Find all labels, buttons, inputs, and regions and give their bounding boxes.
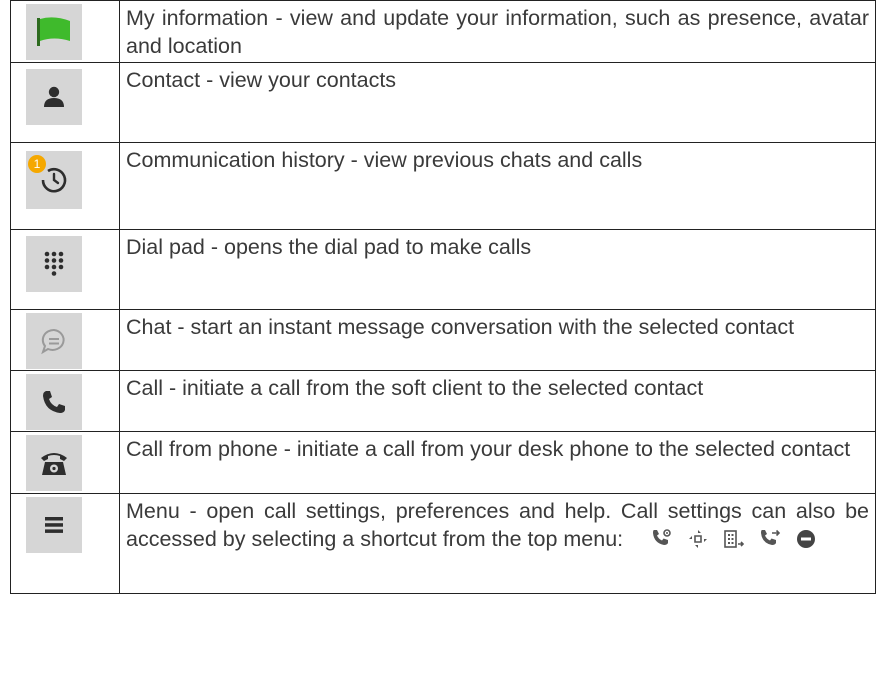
row-description: Contact - view your contacts [119,62,876,143]
building-transfer-icon [723,528,745,550]
row-description: Call from phone - initiate a call from y… [119,431,876,494]
table-row: Dial pad - opens the dial pad to make ca… [10,229,876,310]
chat-bubble-icon [26,313,82,369]
row-description: Call - initiate a call from the soft cli… [119,370,876,432]
row-description: Dial pad - opens the dial pad to make ca… [119,229,876,310]
call-forward-icon [687,528,709,550]
phone-handset-icon [26,374,82,430]
table-row: Call from phone - initiate a call from y… [10,431,876,494]
table-row: 1 Communication history - view previous … [10,142,876,230]
call-settings-icon [651,528,673,550]
flag-icon [26,4,82,60]
desk-phone-icon [26,435,82,491]
feature-table: My information - view and update your in… [10,0,876,594]
hamburger-menu-icon [26,497,82,553]
table-row: My information - view and update your in… [10,0,876,63]
table-row: Contact - view your contacts [10,62,876,143]
do-not-disturb-icon [795,528,817,550]
table-row: Chat - start an instant message conversa… [10,309,876,371]
shortcut-icon-group [651,523,825,551]
row-description: Chat - start an instant message conversa… [119,309,876,371]
row-description: Communication history - view previous ch… [119,142,876,230]
row-description: My information - view and update your in… [119,0,876,63]
table-row: Call - initiate a call from the soft cli… [10,370,876,432]
history-clock-icon: 1 [26,151,82,209]
call-transfer-icon [759,528,781,550]
notification-badge: 1 [28,155,46,173]
person-icon [26,69,82,125]
dialpad-icon [26,236,82,292]
table-row: Menu - open call settings, preferences a… [10,493,876,594]
